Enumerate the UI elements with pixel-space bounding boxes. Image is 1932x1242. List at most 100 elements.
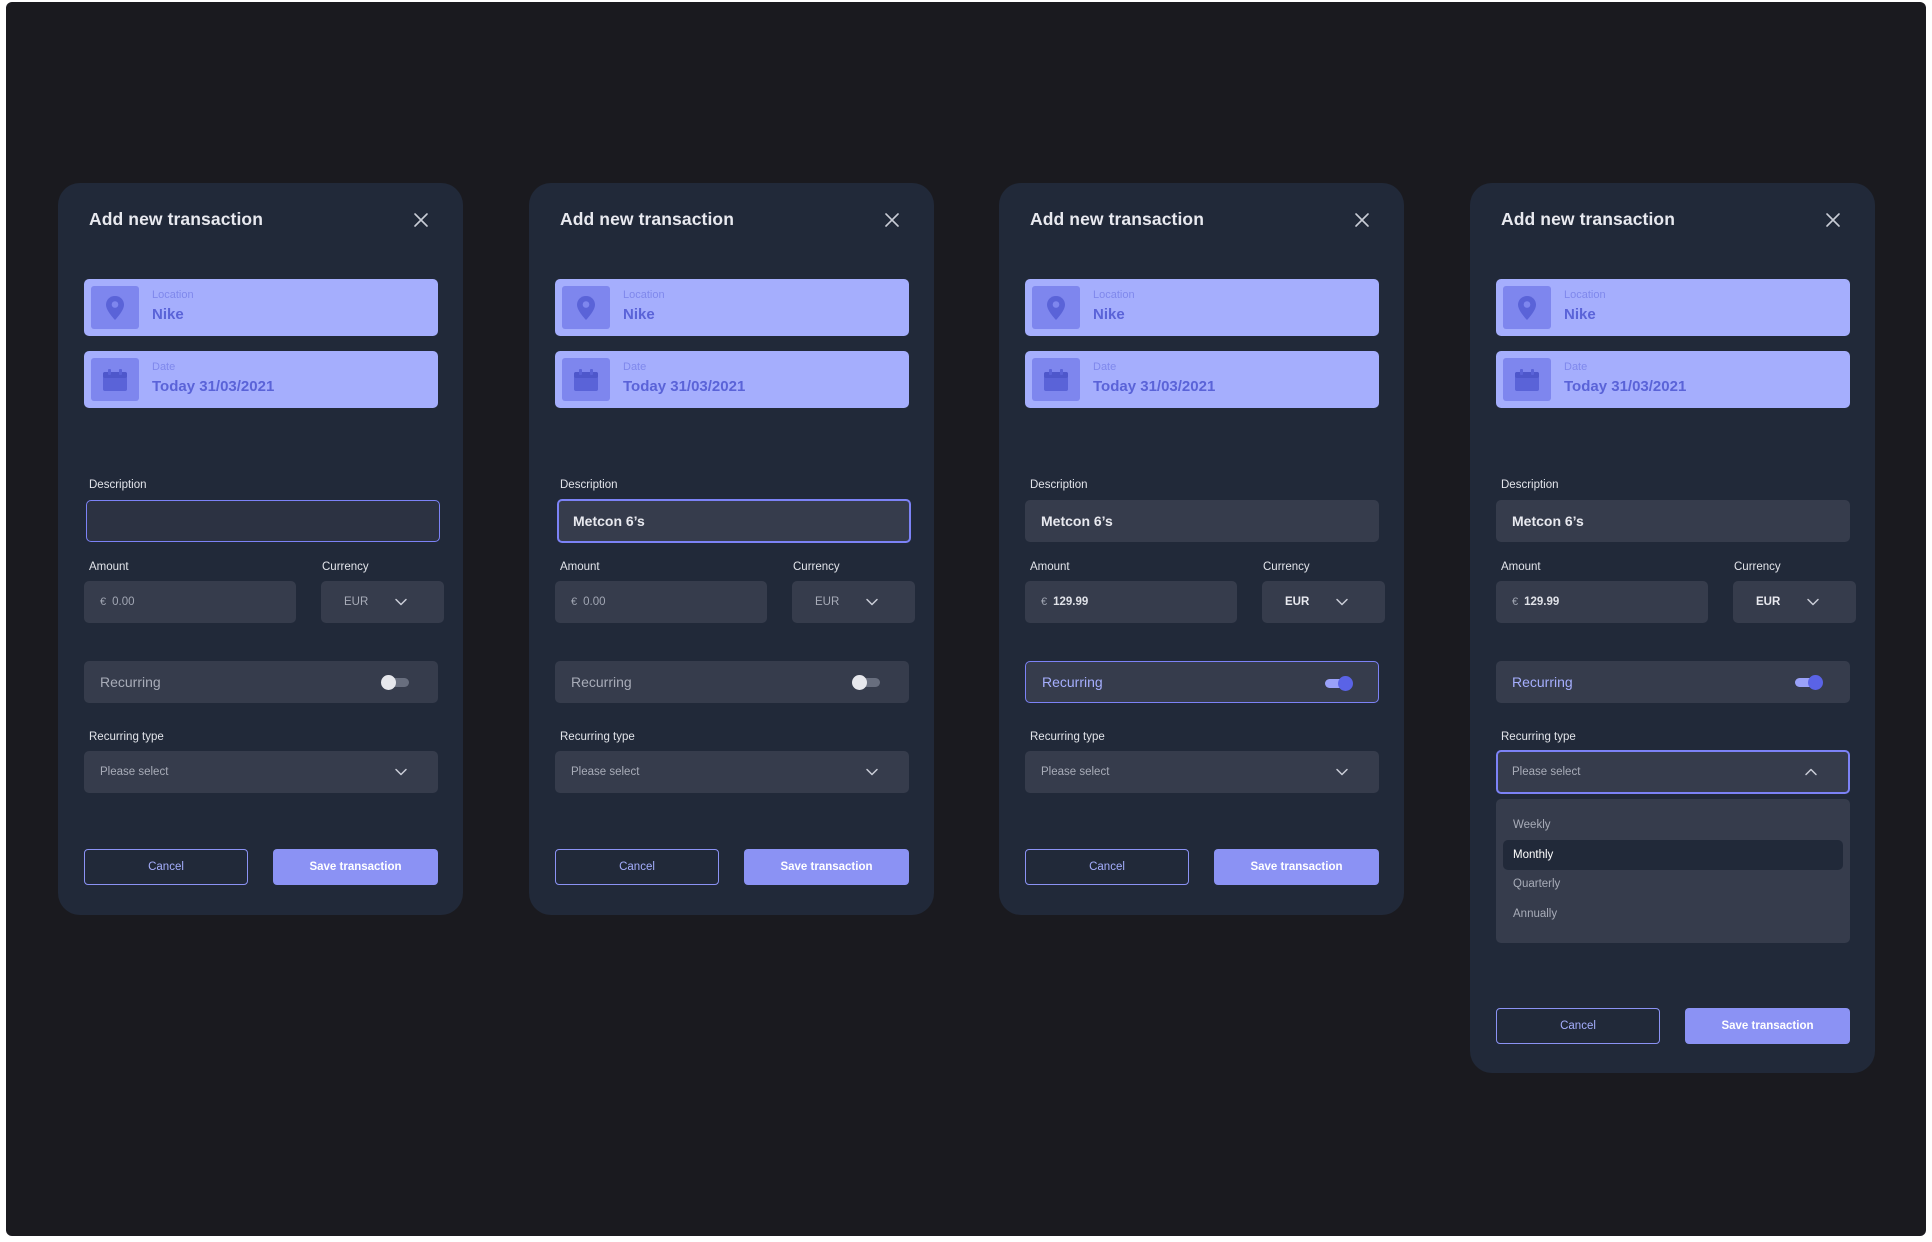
recurring-label: Recurring (100, 674, 161, 690)
dialog-title: Add new transaction (1501, 209, 1676, 229)
location-tile[interactable]: Location Nike (555, 279, 909, 336)
recurring-type-placeholder: Please select (571, 766, 640, 778)
chevron-down-icon (865, 595, 879, 612)
currency-value: EUR (1756, 596, 1781, 608)
recurring-label: Recurring (1512, 674, 1573, 690)
currency-select[interactable]: EUR (1262, 581, 1385, 623)
recurring-label: Recurring (1042, 674, 1103, 690)
location-label: Location (623, 289, 665, 301)
location-label: Location (1564, 289, 1606, 301)
transaction-dialog-recurring-on: Add new transaction Location Nike Date T… (999, 183, 1404, 915)
currency-label: Currency (1734, 561, 1781, 573)
cancel-button[interactable]: Cancel (1496, 1008, 1660, 1044)
location-value: Nike (1093, 306, 1125, 323)
close-icon[interactable] (1822, 209, 1844, 231)
recurring-toggle[interactable] (1793, 674, 1823, 690)
save-transaction-button[interactable]: Save transaction (273, 849, 438, 885)
description-input[interactable]: Metcon 6’s (557, 499, 911, 543)
location-value: Nike (152, 306, 184, 323)
currency-select[interactable]: EUR (1733, 581, 1856, 623)
recurring-toggle-row[interactable]: Recurring (84, 661, 438, 703)
amount-label: Amount (560, 561, 600, 573)
amount-input[interactable]: € 129.99 (1025, 581, 1237, 623)
transaction-dialog-description-focused: Add new transaction Location Nike Date T… (529, 183, 934, 915)
artboard: Add new transaction Location Nike Date T… (6, 2, 1926, 1236)
date-label: Date (152, 361, 176, 373)
currency-value: EUR (815, 596, 840, 608)
date-label: Date (1564, 361, 1588, 373)
recurring-toggle[interactable] (852, 674, 882, 690)
chevron-up-icon (1804, 765, 1818, 782)
transaction-dialog-dropdown-open: Add new transaction Location Nike Date T… (1470, 183, 1875, 1073)
chevron-down-icon (394, 765, 408, 782)
recurring-type-label: Recurring type (1030, 731, 1105, 743)
calendar-icon (91, 358, 139, 401)
description-input[interactable]: Metcon 6’s (1025, 500, 1379, 542)
date-label: Date (623, 361, 647, 373)
dropdown-option-quarterly[interactable]: Quarterly (1513, 878, 1560, 890)
map-pin-icon (1503, 286, 1551, 329)
recurring-toggle[interactable] (1323, 675, 1353, 691)
location-tile[interactable]: Location Nike (1496, 279, 1850, 336)
currency-select[interactable]: EUR (321, 581, 444, 623)
location-value: Nike (1564, 306, 1596, 323)
dialog-title: Add new transaction (89, 209, 264, 229)
description-label: Description (560, 479, 618, 491)
location-tile[interactable]: Location Nike (1025, 279, 1379, 336)
chevron-down-icon (865, 765, 879, 782)
date-tile[interactable]: Date Today 31/03/2021 (1025, 351, 1379, 408)
dropdown-option-annually[interactable]: Annually (1513, 908, 1557, 920)
recurring-type-label: Recurring type (89, 731, 164, 743)
date-tile[interactable]: Date Today 31/03/2021 (1496, 351, 1850, 408)
amount-input[interactable]: € 0.00 (84, 581, 296, 623)
description-input[interactable]: Metcon 6’s (1496, 500, 1850, 542)
close-icon[interactable] (1351, 209, 1373, 231)
euro-symbol: € (1041, 596, 1048, 608)
currency-label: Currency (1263, 561, 1310, 573)
currency-select[interactable]: EUR (792, 581, 915, 623)
amount-label: Amount (1030, 561, 1070, 573)
amount-label: Amount (1501, 561, 1541, 573)
save-transaction-button[interactable]: Save transaction (1685, 1008, 1850, 1044)
amount-value: 0.00 (583, 596, 606, 608)
amount-input[interactable]: € 0.00 (555, 581, 767, 623)
cancel-button[interactable]: Cancel (555, 849, 719, 885)
description-label: Description (1501, 479, 1559, 491)
amount-input[interactable]: € 129.99 (1496, 581, 1708, 623)
location-tile[interactable]: Location Nike (84, 279, 438, 336)
date-tile[interactable]: Date Today 31/03/2021 (84, 351, 438, 408)
description-input[interactable] (86, 500, 440, 542)
recurring-label: Recurring (571, 674, 632, 690)
recurring-type-select[interactable]: Please select (84, 751, 438, 793)
save-transaction-button[interactable]: Save transaction (1214, 849, 1379, 885)
recurring-toggle-row[interactable]: Recurring (1496, 661, 1850, 703)
euro-symbol: € (1512, 596, 1519, 608)
recurring-type-select[interactable]: Please select (1496, 750, 1850, 794)
cancel-button[interactable]: Cancel (1025, 849, 1189, 885)
recurring-toggle[interactable] (381, 674, 411, 690)
dropdown-option-monthly[interactable]: Monthly (1513, 849, 1553, 861)
close-icon[interactable] (881, 209, 903, 231)
date-tile[interactable]: Date Today 31/03/2021 (555, 351, 909, 408)
recurring-type-label: Recurring type (560, 731, 635, 743)
recurring-type-select[interactable]: Please select (1025, 751, 1379, 793)
cancel-button[interactable]: Cancel (84, 849, 248, 885)
date-value: Today 31/03/2021 (152, 378, 275, 395)
location-label: Location (1093, 289, 1135, 301)
calendar-icon (1503, 358, 1551, 401)
save-transaction-button[interactable]: Save transaction (744, 849, 909, 885)
euro-symbol: € (100, 596, 107, 608)
date-value: Today 31/03/2021 (1093, 378, 1216, 395)
recurring-type-select[interactable]: Please select (555, 751, 909, 793)
date-value: Today 31/03/2021 (623, 378, 746, 395)
currency-label: Currency (793, 561, 840, 573)
recurring-toggle-row[interactable]: Recurring (1025, 661, 1379, 703)
recurring-type-dropdown: Weekly Monthly Quarterly Annually (1496, 799, 1850, 943)
close-icon[interactable] (410, 209, 432, 231)
recurring-toggle-row[interactable]: Recurring (555, 661, 909, 703)
location-value: Nike (623, 306, 655, 323)
dropdown-option-weekly[interactable]: Weekly (1513, 819, 1551, 831)
dialog-title: Add new transaction (1030, 209, 1205, 229)
amount-value: 129.99 (1524, 596, 1560, 608)
chevron-down-icon (394, 595, 408, 612)
